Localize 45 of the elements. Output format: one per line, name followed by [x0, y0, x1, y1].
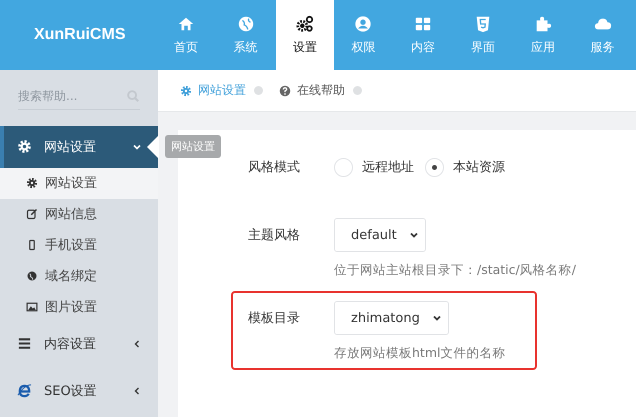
tooltip: 网站设置 [165, 134, 221, 158]
chevron-icon [132, 338, 142, 349]
gear-icon [26, 177, 38, 190]
sidebar-group[interactable]: SEO设置 [0, 370, 158, 412]
gear-icon [17, 139, 32, 154]
puzzle-icon [534, 14, 552, 32]
field-hint: 存放网站模板html文件的名称 [334, 345, 506, 362]
nav-tab[interactable]: 设置 [276, 0, 334, 70]
field-label: 风格模式 [248, 159, 301, 176]
sidebar-item[interactable]: 图片设置 [0, 292, 158, 323]
globe-icon [236, 14, 255, 32]
search-field[interactable]: 搜索帮助... [18, 89, 118, 104]
letter-e-icon [17, 383, 32, 398]
dropdown[interactable]: default [334, 218, 426, 252]
sidebar-item[interactable]: 域名绑定 [0, 260, 158, 292]
phone-icon [26, 239, 38, 252]
help-icon [279, 84, 291, 96]
radio-button[interactable] [334, 158, 353, 176]
menu-icon [17, 336, 32, 352]
grid-icon [414, 14, 432, 32]
html5-icon [474, 14, 492, 32]
dropdown[interactable]: zhimatong [334, 301, 449, 335]
edit-icon [26, 208, 38, 220]
sidebar-group[interactable]: 网站设置 [0, 126, 158, 168]
gears-icon [296, 14, 314, 32]
breadcrumb-link[interactable]: 在线帮助 [279, 82, 345, 99]
caret-icon [408, 230, 419, 240]
sidebar-item[interactable]: 网站设置 [0, 168, 158, 199]
chevron-icon [132, 386, 142, 396]
field-label: 主题风格 [248, 227, 301, 244]
field-hint: 位于网站主站根目录下：/static/风格名称/ [334, 262, 576, 279]
image-icon [26, 301, 38, 314]
caret-icon [432, 313, 442, 323]
sidebar-group[interactable]: 内容设置 [0, 322, 158, 365]
separator-dot [254, 86, 263, 95]
separator-dot [353, 86, 362, 95]
globe-icon [26, 270, 38, 282]
radio-label[interactable]: 本站资源 [453, 158, 505, 176]
field-label: 模板目录 [248, 310, 301, 327]
user-icon [354, 14, 372, 32]
radio-button[interactable] [425, 158, 444, 176]
sidebar-item[interactable]: 手机设置 [0, 230, 158, 261]
sidebar-item[interactable]: 网站信息 [0, 198, 158, 230]
radio-label[interactable]: 远程地址 [362, 158, 414, 176]
gear-icon [180, 84, 192, 96]
